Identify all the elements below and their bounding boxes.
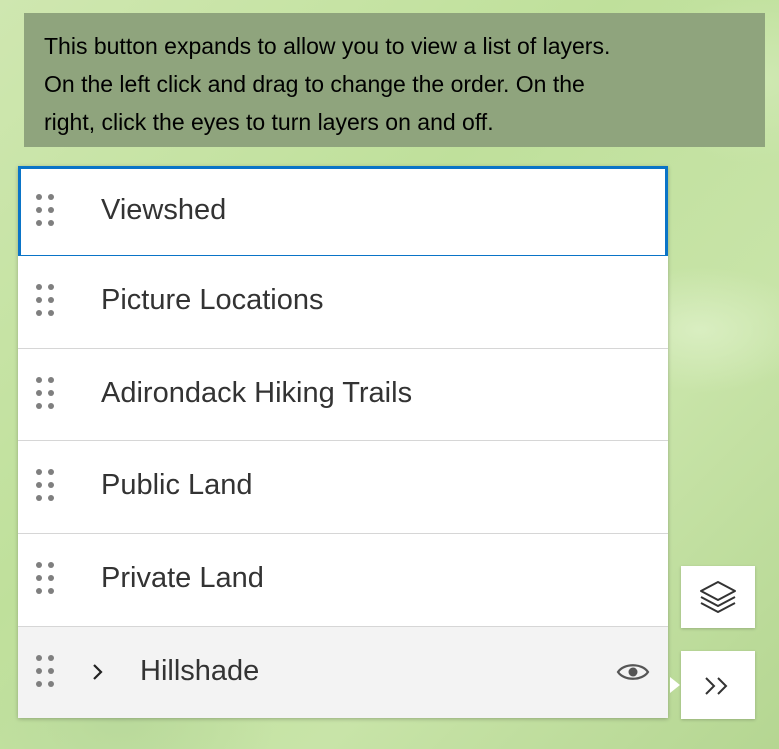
layer-item-hillshade[interactable]: Hillshade <box>18 627 668 718</box>
tooltip-line-2: On the left click and drag to change the… <box>44 71 585 97</box>
layer-item-adirondack-hiking-trails[interactable]: Adirondack Hiking Trails <box>18 349 668 441</box>
drag-handle-icon[interactable] <box>36 377 58 411</box>
tooltip-line-1: This button expands to allow you to view… <box>44 33 611 59</box>
layer-label: Private Land <box>101 562 264 594</box>
double-chevron-right-icon <box>703 674 733 703</box>
layer-item-public-land[interactable]: Public Land <box>18 441 668 534</box>
expand-button[interactable] <box>681 651 755 719</box>
layer-item-picture-locations[interactable]: Picture Locations <box>18 256 668 349</box>
layer-label: Adirondack Hiking Trails <box>101 377 413 409</box>
drag-handle-icon[interactable] <box>36 655 58 689</box>
layer-label: Public Land <box>101 469 253 501</box>
layer-label: Hillshade <box>140 655 260 687</box>
layer-item-viewshed[interactable]: Viewshed <box>18 166 668 258</box>
drag-handle-icon[interactable] <box>36 284 58 318</box>
layer-label: Viewshed <box>101 194 227 226</box>
layers-button[interactable] <box>681 566 755 628</box>
tooltip-pointer <box>670 677 680 693</box>
help-tooltip: This button expands to allow you to view… <box>24 13 765 147</box>
layers-icon <box>698 579 738 620</box>
drag-handle-icon[interactable] <box>36 469 58 503</box>
drag-handle-icon[interactable] <box>36 194 58 228</box>
drag-handle-icon[interactable] <box>36 562 58 596</box>
layer-list-panel: Viewshed Picture Locations Adirondack Hi… <box>18 166 668 718</box>
eye-icon[interactable] <box>616 660 650 684</box>
layer-item-private-land[interactable]: Private Land <box>18 534 668 627</box>
layer-label: Picture Locations <box>101 284 324 316</box>
tooltip-line-3: right, click the eyes to turn layers on … <box>44 109 494 135</box>
chevron-right-icon[interactable] <box>88 660 108 684</box>
